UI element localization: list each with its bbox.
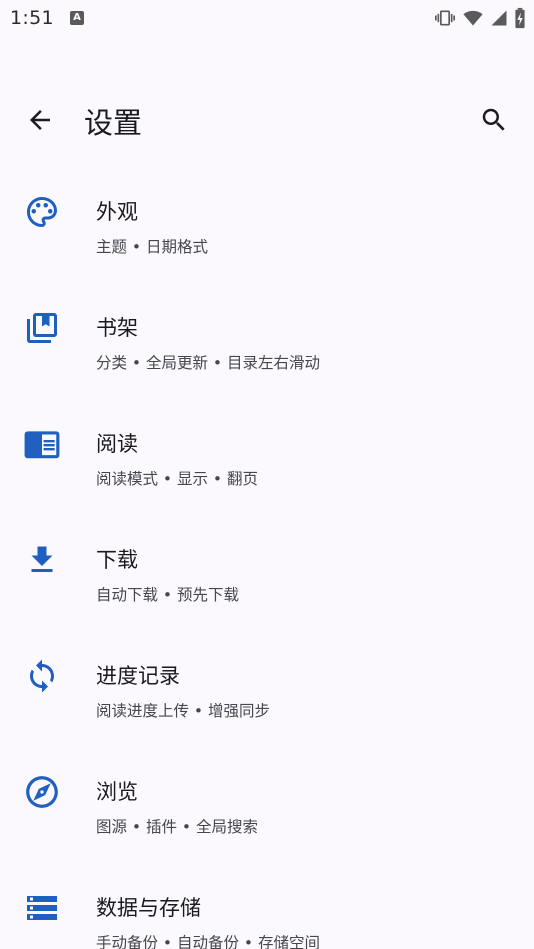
- item-subtitle: 分类 • 全局更新 • 目录左右滑动: [96, 354, 320, 372]
- settings-item-appearance[interactable]: 外观 主题 • 日期格式: [0, 154, 534, 270]
- search-icon: [482, 108, 505, 131]
- page-title: 设置: [84, 106, 143, 140]
- settings-item-reader[interactable]: 阅读 阅读模式 • 显示 • 翻页: [0, 386, 534, 502]
- item-title: 书架: [96, 316, 138, 340]
- settings-screen: 1:51 A 设置 外观 主题 • 日期格式 书架 分类 • 全局更新 • 目录…: [0, 0, 534, 949]
- item-title: 浏览: [96, 780, 138, 804]
- item-subtitle: 手动备份 • 自动备份 • 存储空间: [96, 934, 320, 949]
- item-title: 数据与存储: [96, 896, 201, 920]
- battery-charging-icon: [515, 7, 525, 29]
- sync-icon: [30, 659, 54, 693]
- app-bar: 设置: [0, 80, 534, 160]
- item-subtitle: 自动下载 • 预先下载: [96, 586, 239, 604]
- item-subtitle: 主题 • 日期格式: [96, 238, 208, 256]
- item-title: 进度记录: [96, 664, 180, 688]
- settings-item-library[interactable]: 书架 分类 • 全局更新 • 目录左右滑动: [0, 270, 534, 386]
- item-subtitle: 阅读进度上传 • 增强同步: [96, 702, 270, 720]
- vibrate-icon: [435, 10, 455, 26]
- item-title: 下载: [96, 548, 138, 572]
- item-subtitle: 阅读模式 • 显示 • 翻页: [96, 470, 258, 488]
- status-indicators: [434, 7, 526, 29]
- item-subtitle: 图源 • 插件 • 全局搜索: [96, 818, 258, 836]
- download-icon: [31, 546, 53, 572]
- back-button[interactable]: [16, 98, 64, 142]
- status-bar: 1:51 A: [0, 0, 534, 38]
- settings-item-download[interactable]: 下载 自动下载 • 预先下载: [0, 502, 534, 618]
- a-icon: A: [70, 11, 84, 25]
- search-button[interactable]: [470, 96, 518, 144]
- settings-item-browse[interactable]: 浏览 图源 • 插件 • 全局搜索: [0, 734, 534, 850]
- settings-item-data-storage[interactable]: 数据与存储 手动备份 • 自动备份 • 存储空间: [0, 850, 534, 949]
- settings-list: 外观 主题 • 日期格式 书架 分类 • 全局更新 • 目录左右滑动 阅读 阅读…: [0, 154, 534, 949]
- status-time: 1:51: [10, 7, 54, 29]
- arrow-back-icon: [30, 110, 50, 130]
- explore-icon: [26, 776, 58, 808]
- item-title: 阅读: [96, 432, 138, 456]
- settings-item-tracking[interactable]: 进度记录 阅读进度上传 • 增强同步: [0, 618, 534, 734]
- item-title: 外观: [96, 200, 138, 224]
- storage-icon: [27, 896, 57, 920]
- chrome-reader-icon: [24, 431, 60, 459]
- library-icon: [27, 313, 57, 343]
- palette-icon: [27, 197, 57, 227]
- wifi-icon: [463, 10, 483, 26]
- signal-icon: [491, 10, 507, 26]
